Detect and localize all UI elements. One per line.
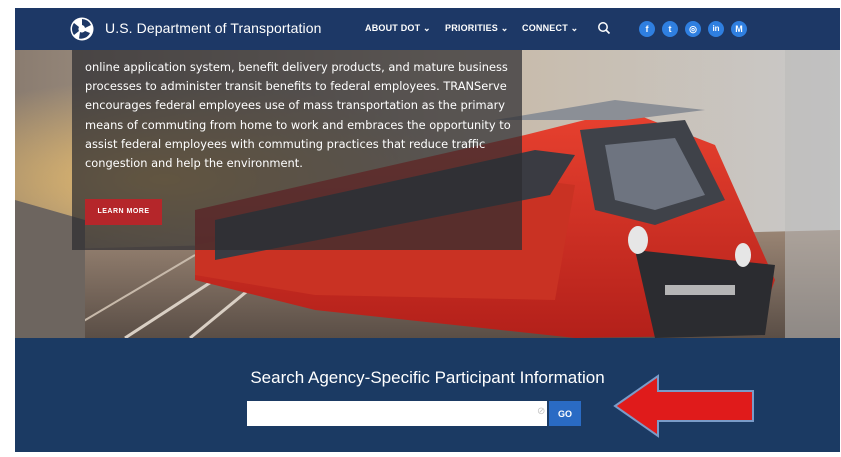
clear-search-icon[interactable]: ⊘	[537, 406, 545, 417]
search-icon[interactable]	[597, 21, 611, 35]
search-section: Search Agency-Specific Participant Infor…	[15, 338, 840, 452]
facebook-icon[interactable]: f	[639, 21, 655, 37]
dot-logo-icon[interactable]	[70, 17, 94, 41]
page-frame: U.S. Department of Transportation ABOUT …	[15, 8, 840, 452]
search-input[interactable]	[247, 401, 547, 426]
hero-banner: online application system, benefit deliv…	[15, 50, 840, 338]
learn-more-button[interactable]: LEARN MORE	[85, 199, 162, 225]
nav-about-dot[interactable]: ABOUT DOT ⌄	[365, 23, 431, 34]
top-navbar: U.S. Department of Transportation ABOUT …	[15, 8, 840, 50]
twitter-icon[interactable]: t	[662, 21, 678, 37]
linkedin-icon[interactable]: in	[708, 21, 724, 37]
site-title[interactable]: U.S. Department of Transportation	[105, 20, 322, 36]
nav-connect[interactable]: CONNECT ⌄	[522, 23, 578, 34]
red-arrow-icon	[613, 374, 754, 438]
medium-icon[interactable]: M	[731, 21, 747, 37]
go-button[interactable]: GO	[549, 401, 581, 426]
hero-description: online application system, benefit deliv…	[85, 60, 511, 171]
nav-priorities[interactable]: PRIORITIES ⌄	[445, 23, 508, 34]
instagram-icon[interactable]: ◎	[685, 21, 701, 37]
